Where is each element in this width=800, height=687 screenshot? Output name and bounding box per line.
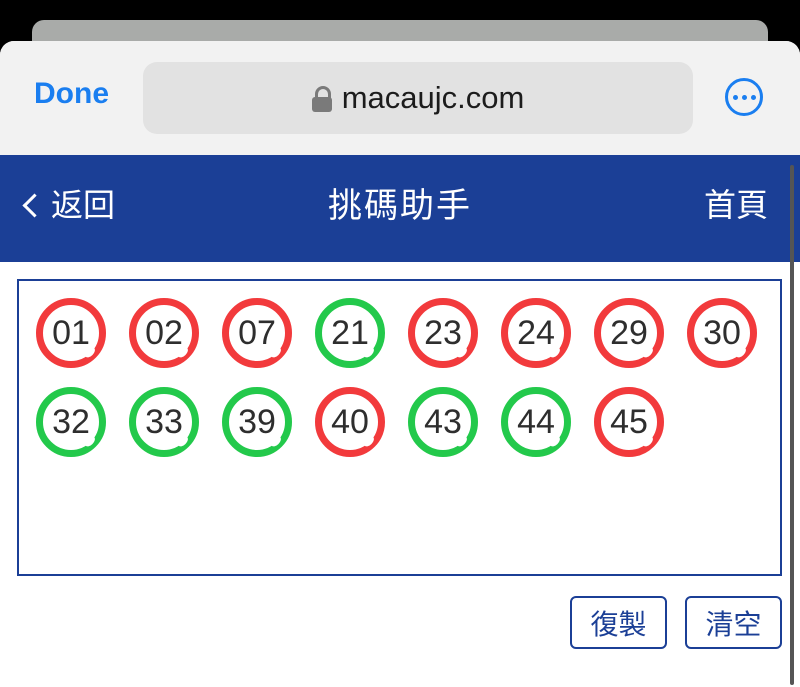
ball-number: 44: [517, 402, 555, 441]
number-ball-43[interactable]: 43: [408, 387, 478, 457]
clear-button[interactable]: 清空: [685, 596, 782, 649]
number-ball-39[interactable]: 39: [222, 387, 292, 457]
lock-icon: [311, 86, 332, 112]
number-ball-02[interactable]: 02: [129, 298, 199, 368]
more-options-icon[interactable]: [725, 78, 763, 116]
number-ball-29[interactable]: 29: [594, 298, 664, 368]
browser-sheet: Done macaujc.com 返回 挑碼助手 首頁 01 02 07 21 23 24…: [0, 41, 800, 687]
number-ball-07[interactable]: 07: [222, 298, 292, 368]
selected-numbers-panel: 01 02 07 21 23 24 29 30 32 33 39 40 43 44 45: [17, 279, 782, 576]
ball-number: 21: [331, 313, 369, 352]
number-ball-24[interactable]: 24: [501, 298, 571, 368]
ball-number: 29: [610, 313, 648, 352]
ball-number: 43: [424, 402, 462, 441]
browser-toolbar: Done macaujc.com: [0, 41, 800, 155]
ball-number: 23: [424, 313, 462, 352]
number-ball-40[interactable]: 40: [315, 387, 385, 457]
ball-number: 07: [238, 313, 276, 352]
number-ball-44[interactable]: 44: [501, 387, 571, 457]
number-ball-33[interactable]: 33: [129, 387, 199, 457]
home-button[interactable]: 首頁: [704, 189, 768, 221]
number-ball-01[interactable]: 01: [36, 298, 106, 368]
done-button[interactable]: Done: [34, 79, 109, 109]
copy-button[interactable]: 復製: [570, 596, 667, 649]
ball-number: 24: [517, 313, 555, 352]
page-nav-bar: 返回 挑碼助手 首頁: [0, 155, 800, 262]
ball-number: 02: [145, 313, 183, 352]
ball-number: 45: [610, 402, 648, 441]
ball-number: 39: [238, 402, 276, 441]
scroll-indicator[interactable]: [790, 165, 794, 685]
number-ball-32[interactable]: 32: [36, 387, 106, 457]
url-text: macaujc.com: [341, 80, 525, 115]
address-bar[interactable]: macaujc.com: [143, 62, 693, 134]
ball-number: 40: [331, 402, 369, 441]
ball-number: 32: [52, 402, 90, 441]
number-ball-21[interactable]: 21: [315, 298, 385, 368]
number-ball-23[interactable]: 23: [408, 298, 478, 368]
ball-number: 01: [52, 313, 90, 352]
number-ball-30[interactable]: 30: [687, 298, 757, 368]
page-title: 挑碼助手: [328, 187, 472, 225]
ball-number: 30: [703, 313, 741, 352]
ball-number: 33: [145, 402, 183, 441]
number-ball-45[interactable]: 45: [594, 387, 664, 457]
